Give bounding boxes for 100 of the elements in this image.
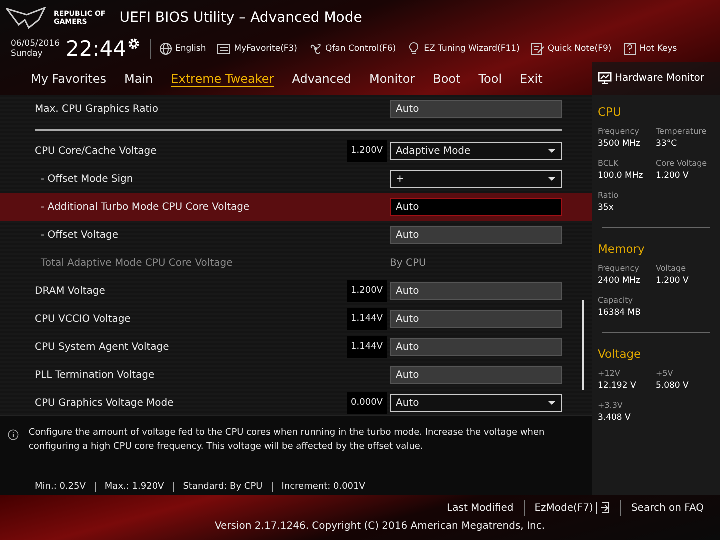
toolbar-button[interactable]: Hot Keys xyxy=(622,42,678,56)
caret-icon xyxy=(548,149,556,153)
setting-row[interactable]: PLL Termination Voltage Auto xyxy=(0,361,592,389)
dropdown[interactable]: Adaptive Mode xyxy=(390,142,562,160)
footer-link[interactable]: EzMode(F7) xyxy=(524,502,620,514)
value-field[interactable]: Auto xyxy=(390,310,562,328)
setting-row[interactable]: CPU Graphics Voltage Mode 0.000V Auto xyxy=(0,389,592,415)
voltage-reading: 1.200V xyxy=(347,140,387,162)
metric-value: 5.080 V xyxy=(656,381,690,391)
footer-link[interactable]: Last Modified xyxy=(437,502,524,514)
metric-value: 16384 MB xyxy=(598,308,642,318)
setting-label: CPU System Agent Voltage xyxy=(35,342,170,352)
value-field[interactable]: Auto xyxy=(390,226,562,244)
metric-value: 1.200 V xyxy=(656,276,690,286)
monitor-title: Hardware Monitor xyxy=(615,73,704,84)
menu-tab[interactable]: Tool xyxy=(470,72,512,86)
menu-tab[interactable]: My Favorites xyxy=(0,72,116,86)
setting-label: Total Adaptive Mode CPU Core Voltage xyxy=(41,258,234,268)
toolbar-button[interactable]: Qfan Control(F6) xyxy=(308,42,396,56)
metric-label: Frequency xyxy=(598,264,640,273)
settings-icon[interactable] xyxy=(128,38,140,50)
voltage-reading: 1.200V xyxy=(347,280,387,302)
metric-label: BCLK xyxy=(598,159,620,168)
metric-label: Temperature xyxy=(656,127,708,136)
setting-row[interactable]: DRAM Voltage 1.200V Auto xyxy=(0,277,592,305)
setting-label: CPU VCCIO Voltage xyxy=(35,314,132,324)
date-text: 06/05/2016 xyxy=(11,39,60,49)
setting-label: - Additional Turbo Mode CPU Core Voltage xyxy=(41,202,251,212)
setting-label: CPU Core/Cache Voltage xyxy=(35,146,158,156)
spec-text: Max.: 1.920V xyxy=(104,482,164,492)
toolbar-icon xyxy=(158,42,173,56)
toolbar-button[interactable]: English xyxy=(158,42,206,56)
setting-row[interactable]: CPU System Agent Voltage 1.144V Auto xyxy=(0,333,592,361)
metric-value: 3500 MHz xyxy=(598,139,642,149)
setting-label: Max. CPU Graphics Ratio xyxy=(35,104,160,114)
toolbar-button[interactable]: EZ Tuning Wizard(F11) xyxy=(407,42,520,56)
setting-row[interactable]: - Offset Voltage Auto xyxy=(0,221,592,249)
setting-row[interactable]: CPU VCCIO Voltage 1.144V Auto xyxy=(0,305,592,333)
toolbar-button[interactable]: Quick Note(F9) xyxy=(530,42,612,56)
spec-text: Min.: 0.25V xyxy=(35,482,86,492)
metric-label: Voltage xyxy=(656,264,688,273)
menu-tab[interactable]: Boot xyxy=(424,72,470,86)
exit-icon xyxy=(596,502,610,514)
dropdown[interactable]: + xyxy=(390,170,562,188)
value-text: By CPU xyxy=(390,258,428,268)
value-field[interactable]: Auto xyxy=(390,100,562,118)
setting-row[interactable]: - Offset Mode Sign + xyxy=(0,165,592,193)
window-title: UEFI BIOS Utility – Advanced Mode xyxy=(120,10,362,26)
value-field[interactable]: Auto xyxy=(390,282,562,300)
value-field[interactable]: Auto xyxy=(390,198,562,216)
caret-icon xyxy=(548,401,556,405)
menu-tab[interactable]: Monitor xyxy=(360,72,424,86)
version-text: Version 2.17.1246. Copyright (C) 2016 American Megatrends, Inc. xyxy=(214,521,546,532)
metric-value: 35x xyxy=(598,203,615,213)
setting-row[interactable]: - Additional Turbo Mode CPU Core Voltage Auto xyxy=(0,193,592,221)
metric-value: 1.200 V xyxy=(656,171,690,181)
spec-text: Increment: 0.001V xyxy=(282,482,366,492)
metric-label: Ratio xyxy=(598,191,620,200)
section-title: Memory xyxy=(598,242,646,256)
day-text: Sunday xyxy=(11,49,44,59)
metric-value: 33°C xyxy=(656,139,678,149)
value-field[interactable]: Auto xyxy=(390,338,562,356)
voltage-reading: 1.144V xyxy=(347,308,387,330)
voltage-reading: 0.000V xyxy=(347,392,387,414)
menu-tab[interactable]: Exit xyxy=(511,72,552,86)
section-title: CPU xyxy=(598,105,622,119)
setting-label: - Offset Mode Sign xyxy=(41,174,134,184)
setting-label: PLL Termination Voltage xyxy=(35,370,156,380)
metric-value: 2400 MHz xyxy=(598,276,642,286)
toolbar-icon xyxy=(622,42,637,56)
section-title: Voltage xyxy=(598,347,642,361)
setting-label: CPU Graphics Voltage Mode xyxy=(35,398,175,408)
voltage-reading: 1.144V xyxy=(347,336,387,358)
scrollbar[interactable] xyxy=(582,300,584,390)
setting-label: - Offset Voltage xyxy=(41,230,120,240)
metric-label: +12V xyxy=(598,369,622,378)
toolbar-icon xyxy=(530,42,545,56)
menu-tab[interactable]: Main xyxy=(115,72,162,86)
toolbar-button[interactable]: MyFavorite(F3) xyxy=(217,42,298,56)
menu-tab[interactable]: Extreme Tweaker xyxy=(162,72,284,86)
metric-label: +3.3V xyxy=(598,401,624,410)
dropdown[interactable]: Auto xyxy=(390,394,562,412)
spec-text: Standard: By CPU xyxy=(183,482,263,492)
metric-label: Capacity xyxy=(598,296,634,305)
metric-value: 12.192 V xyxy=(598,381,638,391)
toolbar-icon xyxy=(217,42,232,56)
toolbar-icon xyxy=(308,42,322,56)
metric-value: 3.408 V xyxy=(598,413,632,423)
menu-tab[interactable]: Advanced xyxy=(283,72,360,86)
monitor-icon xyxy=(598,72,612,85)
caret-icon xyxy=(548,177,556,181)
metric-label: +5V xyxy=(656,369,674,378)
toolbar-icon xyxy=(407,42,422,56)
setting-label: DRAM Voltage xyxy=(35,286,106,296)
clock-time: 22:44 xyxy=(66,37,127,61)
setting-row[interactable]: CPU Core/Cache Voltage 1.200V Adaptive Mode xyxy=(0,137,592,165)
value-field[interactable]: Auto xyxy=(390,366,562,384)
setting-row[interactable]: Max. CPU Graphics Ratio Auto xyxy=(0,95,592,123)
footer-link[interactable]: Search on FAQ xyxy=(621,502,714,514)
setting-row[interactable]: Total Adaptive Mode CPU Core Voltage By CPU xyxy=(0,249,592,277)
